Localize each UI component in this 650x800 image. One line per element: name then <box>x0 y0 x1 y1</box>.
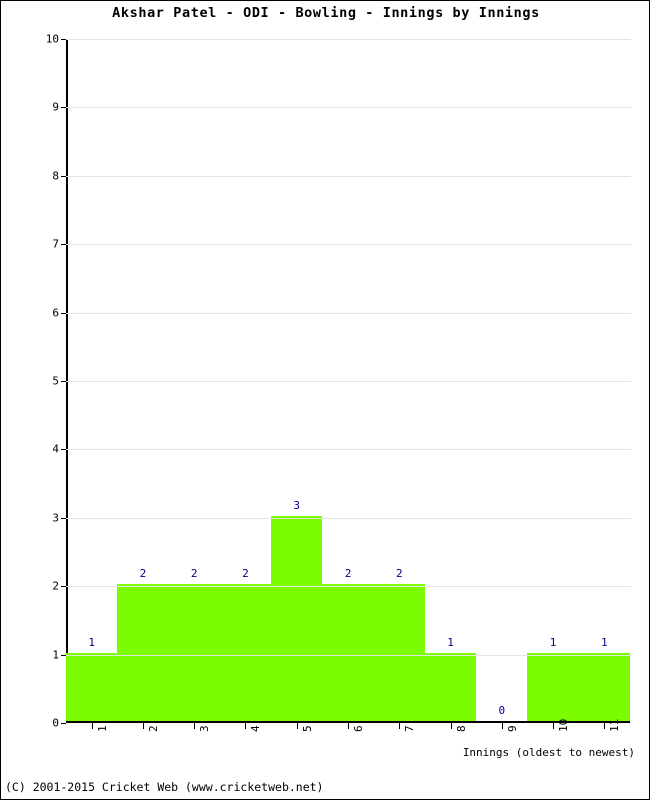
x-tick-label: 8 <box>454 725 468 732</box>
gridline <box>66 517 631 519</box>
y-tick-mark <box>61 586 66 588</box>
chart-container: Akshar Patel - ODI - Bowling - Innings b… <box>0 0 650 800</box>
x-tick-label: 10 <box>557 718 571 732</box>
y-tick-mark <box>61 449 66 451</box>
bar-value-label: 1 <box>447 635 454 649</box>
x-tick-mark <box>194 723 196 729</box>
bar-value-label: 2 <box>395 567 403 581</box>
x-tick-mark <box>604 723 606 729</box>
x-tick-mark <box>450 723 452 729</box>
gridline <box>66 654 631 656</box>
bar-value-label: 2 <box>190 567 198 581</box>
bar <box>66 652 118 721</box>
y-tick-mark <box>61 654 66 656</box>
bar <box>117 584 169 721</box>
bar-value-label: 1 <box>88 635 95 649</box>
y-tick-mark <box>61 175 66 177</box>
x-tick-mark <box>91 723 93 729</box>
x-tick-mark <box>399 723 401 729</box>
y-tick-label: 5 <box>52 374 59 388</box>
x-axis-title: Innings (oldest to newest) <box>462 746 635 759</box>
gridline <box>66 175 631 177</box>
x-tick-label: 5 <box>300 725 314 732</box>
bar <box>527 652 579 721</box>
bar-value-label: 1 <box>549 635 557 649</box>
bar-value-label: 0 <box>498 704 506 717</box>
bar-value-label: 2 <box>344 567 352 581</box>
y-tick-label: 9 <box>52 100 59 114</box>
y-tick-mark <box>61 39 66 40</box>
y-tick-mark <box>61 107 66 109</box>
y-tick-label: 0 <box>52 716 59 730</box>
y-axis-title: Wickets <box>0 338 4 381</box>
y-tick-mark <box>61 244 66 246</box>
bar-value-label: 3 <box>293 498 301 512</box>
x-tick-label: 11 <box>608 718 622 732</box>
y-tick-label: 8 <box>52 169 59 183</box>
bar-value-label: 1 <box>601 635 608 649</box>
x-tick-mark <box>553 723 555 729</box>
x-tick-label: 7 <box>403 725 417 732</box>
gridline <box>66 244 631 246</box>
bar <box>271 515 323 721</box>
y-tick-label: 6 <box>52 306 59 320</box>
x-tick-mark <box>348 723 349 729</box>
x-tick-mark <box>142 723 144 729</box>
y-tick-label: 1 <box>52 648 59 662</box>
y-tick-label: 10 <box>45 32 59 46</box>
bar-value-label: 2 <box>139 567 147 581</box>
gridline <box>66 107 631 109</box>
bar-series: 1 2 2 2 3 2 2 1 0 1 1 <box>66 39 630 721</box>
bar <box>424 652 477 721</box>
x-tick-label: 2 <box>146 725 160 732</box>
y-axis-tick-labels: 0 1 2 3 4 5 6 7 8 9 10 <box>1 33 59 730</box>
x-tick-label: 1 <box>95 725 109 732</box>
y-tick-mark <box>61 381 66 382</box>
bar <box>168 584 220 721</box>
x-tick-mark <box>245 723 247 729</box>
bar-value-label: 2 <box>242 567 249 581</box>
plot-area: 1 2 2 2 3 2 2 1 0 1 1 <box>61 39 631 724</box>
bar <box>578 652 630 721</box>
x-tick-mark <box>501 723 503 729</box>
x-tick-label: 6 <box>352 725 365 732</box>
gridline <box>66 381 631 382</box>
y-tick-label: 2 <box>52 579 59 593</box>
gridline <box>66 39 631 40</box>
bar <box>219 584 272 721</box>
bar <box>322 584 374 721</box>
x-tick-label: 3 <box>198 725 212 732</box>
y-tick-mark <box>61 517 66 519</box>
y-tick-label: 7 <box>52 237 59 251</box>
x-tick-mark <box>296 723 298 729</box>
gridline <box>66 312 631 314</box>
y-tick-mark <box>61 312 66 314</box>
y-tick-label: 3 <box>52 511 59 525</box>
x-tick-label: 9 <box>505 725 519 732</box>
x-tick-label: 4 <box>249 725 263 732</box>
gridline <box>66 449 631 451</box>
y-tick-label: 4 <box>52 442 59 456</box>
gridline <box>66 586 631 588</box>
bar <box>373 584 425 721</box>
copyright-footer: (C) 2001-2015 Cricket Web (www.cricketwe… <box>5 780 324 794</box>
chart-title: Akshar Patel - ODI - Bowling - Innings b… <box>112 5 540 21</box>
